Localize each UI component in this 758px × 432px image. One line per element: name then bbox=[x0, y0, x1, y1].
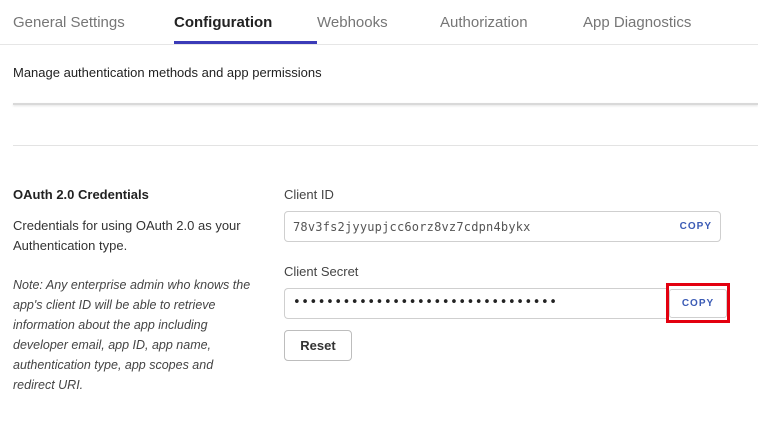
tab-authorization[interactable]: Authorization bbox=[440, 14, 528, 31]
page-subtitle: Manage authentication methods and app pe… bbox=[13, 65, 322, 80]
tab-configuration[interactable]: Configuration bbox=[174, 14, 272, 31]
reset-button[interactable]: Reset bbox=[284, 330, 352, 361]
client-secret-field[interactable]: •••••••••••••••••••••••••••••••• bbox=[284, 288, 670, 319]
section-divider bbox=[13, 145, 758, 146]
client-id-label: Client ID bbox=[284, 187, 334, 202]
client-id-copy-button[interactable]: COPY bbox=[680, 221, 712, 232]
client-id-value: 78v3fs2jyyupjcc6orz8vz7cdpn4bykx bbox=[293, 220, 531, 234]
oauth-section-description: Credentials for using OAuth 2.0 as your … bbox=[13, 218, 241, 253]
client-secret-label: Client Secret bbox=[284, 264, 359, 279]
oauth-section-title: OAuth 2.0 Credentials bbox=[13, 187, 149, 202]
client-secret-copy-button[interactable]: COPY bbox=[670, 298, 726, 309]
tab-app-diagnostics[interactable]: App Diagnostics bbox=[583, 14, 691, 31]
oauth-section-note: Note: Any enterprise admin who knows the… bbox=[13, 278, 251, 392]
tab-webhooks[interactable]: Webhooks bbox=[317, 14, 388, 31]
client-secret-value: •••••••••••••••••••••••••••••••• bbox=[293, 295, 558, 310]
active-tab-indicator bbox=[174, 41, 317, 44]
tab-general-settings[interactable]: General Settings bbox=[13, 14, 125, 31]
tab-bar: General Settings Configuration Webhooks … bbox=[0, 0, 758, 45]
client-secret-copy-container[interactable]: COPY bbox=[669, 289, 727, 318]
panel-top-border bbox=[13, 103, 758, 105]
client-id-field[interactable]: 78v3fs2jyyupjcc6orz8vz7cdpn4bykx COPY bbox=[284, 211, 721, 242]
